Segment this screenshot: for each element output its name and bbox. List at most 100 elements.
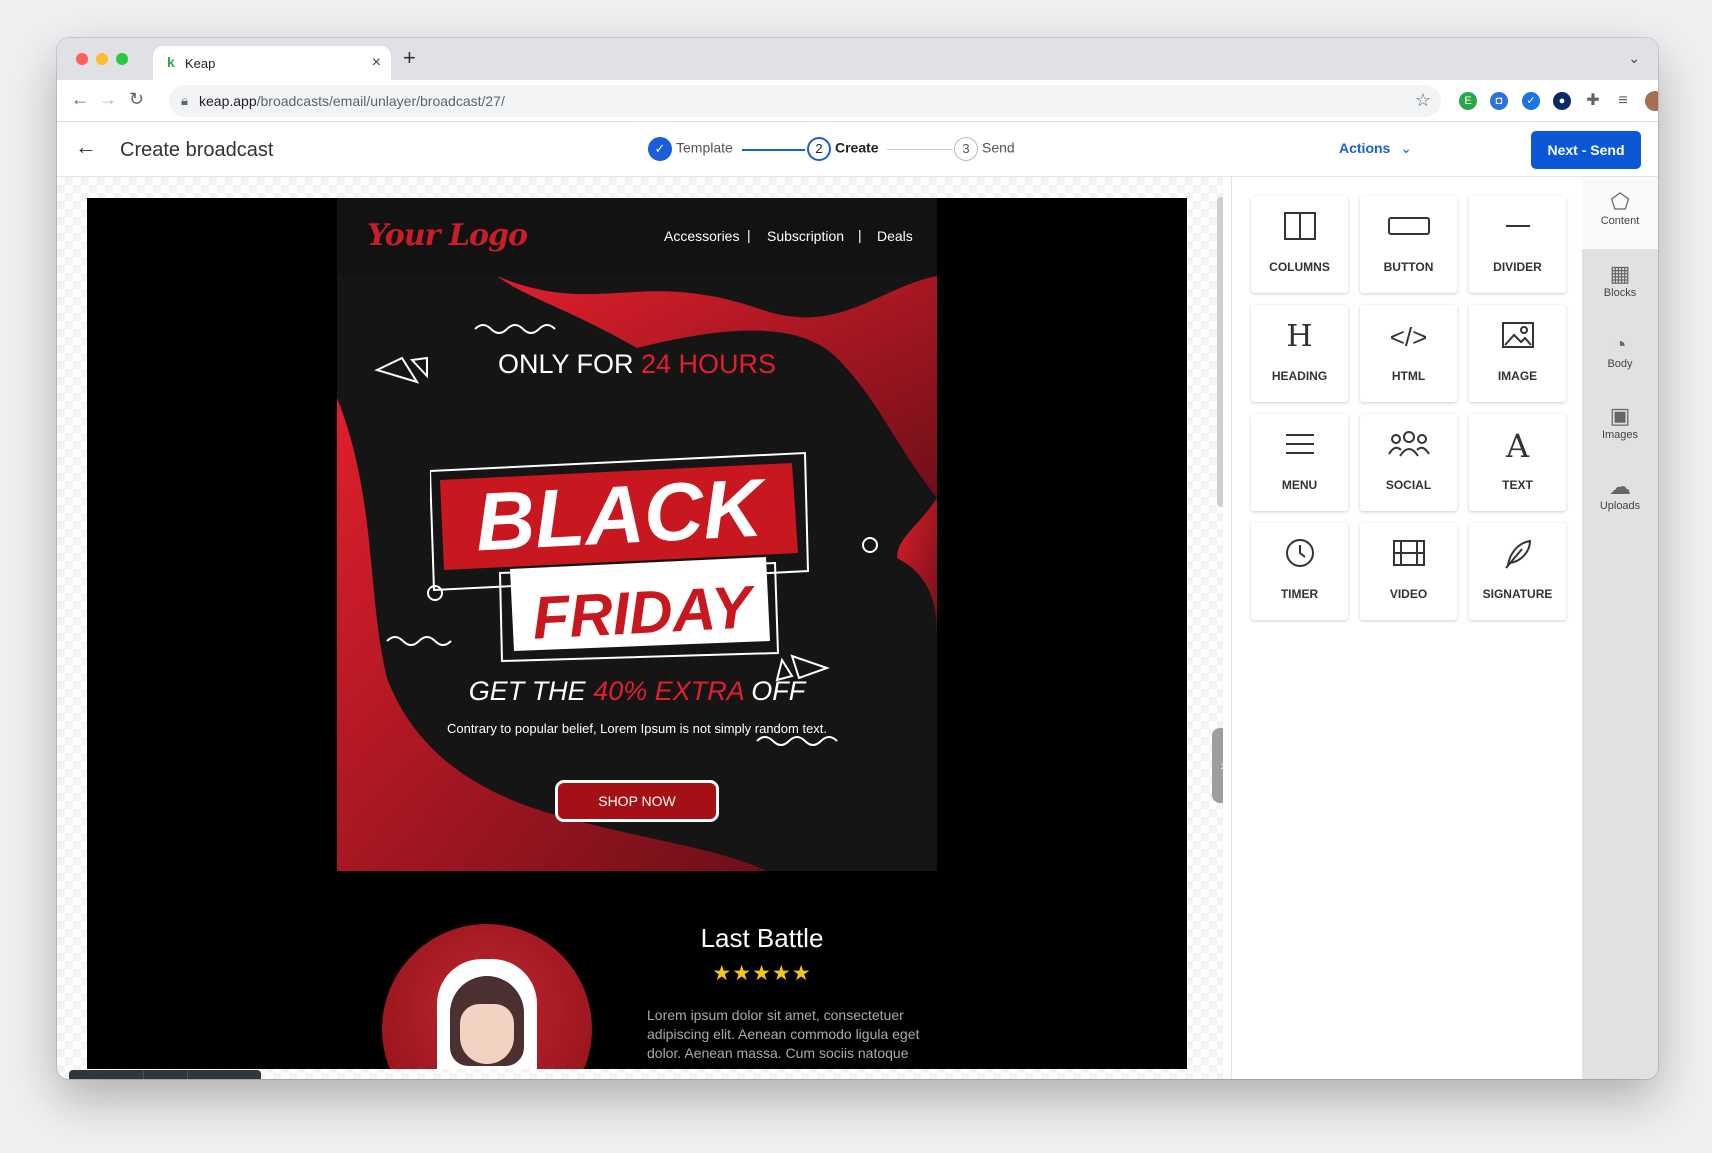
side-tab-label: Uploads [1599, 500, 1641, 512]
tool-html[interactable]: </> HTML [1360, 305, 1457, 402]
rating-stars: ★★★★★ [712, 962, 812, 985]
step-create[interactable]: 2 Create [807, 137, 879, 161]
product-description: Lorem ipsum dolor sit amet, consectetuer… [647, 1007, 920, 1061]
images-icon: ▣ [1609, 403, 1631, 428]
step-number: 3 [954, 137, 978, 161]
step-label: Send [982, 139, 1015, 156]
actions-dropdown[interactable]: Actions ⌄ [1339, 140, 1412, 157]
shop-now-button[interactable]: SHOP NOW [555, 780, 719, 822]
tab-close-icon[interactable]: × [372, 54, 381, 72]
tool-timer[interactable]: TIMER [1251, 523, 1348, 620]
toolbar-divider [143, 1070, 144, 1079]
offer-highlight: 40% EXTRA [593, 676, 744, 706]
keap-favicon-icon: k [167, 54, 175, 70]
puzzle-icon[interactable]: ✚ [1584, 92, 1602, 110]
offer-suffix: OFF [751, 676, 806, 706]
tool-label: DIVIDER [1493, 260, 1542, 274]
offer-heading: GET THE 40% EXTRA OFF [337, 676, 937, 707]
columns-icon [1251, 210, 1348, 246]
close-window-button[interactable] [76, 53, 88, 65]
step-send[interactable]: 3 Send [954, 137, 1015, 161]
back-arrow-icon[interactable]: ← [75, 134, 97, 160]
url-path: /broadcasts/email/unlayer/broadcast/27/ [256, 93, 505, 109]
tool-image[interactable]: IMAGE [1469, 305, 1566, 402]
check-icon: ✓ [648, 137, 672, 161]
step-template[interactable]: ✓ Template [648, 137, 733, 161]
app-header: ← Create broadcast ✓ Template 2 Create 3 Se… [57, 122, 1658, 177]
chevron-down-icon: ⌄ [1400, 140, 1412, 156]
url-text[interactable]: keap.app/broadcasts/email/unlayer/broadc… [199, 93, 505, 109]
reading-list-icon[interactable]: ≡ [1614, 92, 1632, 110]
menu-item-subscription[interactable]: Subscription [767, 228, 844, 244]
minimize-window-button[interactable] [96, 53, 108, 65]
canvas-scrollbar[interactable] [1217, 197, 1223, 507]
evernote-icon[interactable]: E [1459, 92, 1477, 110]
onepassword-icon[interactable]: ● [1553, 92, 1571, 110]
menu-item-accessories[interactable]: Accessories [664, 228, 739, 244]
only-for-highlight: 24 HOURS [641, 349, 777, 379]
tool-divider[interactable]: DIVIDER [1469, 196, 1566, 293]
new-tab-button[interactable]: + [403, 47, 416, 69]
collapse-panel-handle[interactable]: › [1212, 728, 1223, 803]
step-label: Create [835, 139, 879, 156]
bookmark-star-icon[interactable]: ☆ [1415, 90, 1431, 111]
tool-label: VIDEO [1389, 587, 1428, 601]
tool-button[interactable]: BUTTON [1360, 196, 1457, 293]
extension-icon[interactable]: ◘ [1490, 92, 1508, 110]
tool-columns[interactable]: COLUMNS [1251, 196, 1348, 293]
checkmark-extension-icon[interactable]: ✓ [1522, 92, 1540, 110]
side-tab-blocks[interactable]: ▦ Blocks [1582, 249, 1658, 321]
side-tab-uploads[interactable]: ☁ Uploads [1582, 462, 1658, 534]
blocks-grid-icon: ▦ [1609, 261, 1631, 286]
reload-icon[interactable]: ↻ [129, 88, 144, 110]
tagline: Contrary to popular belief, Lorem Ipsum … [446, 721, 828, 736]
menu-separator: | [747, 227, 751, 243]
tool-heading[interactable]: H HEADING [1251, 305, 1348, 402]
side-tab-content[interactable]: ⬠ Content [1582, 177, 1658, 249]
side-tab-bar: ⬠ Content ▦ Blocks ◔ Body ▣ Images ☁ Upl… [1582, 177, 1658, 1079]
next-send-button[interactable]: Next - Send [1531, 131, 1641, 169]
menu-separator: | [858, 227, 862, 243]
email-header: Your Logo Accessories | Subscription | D… [337, 198, 937, 276]
side-tab-label: Content [1600, 215, 1640, 227]
side-tab-body[interactable]: ◔ Body [1582, 320, 1658, 392]
tab-strip: k Keap × + ⌄ [57, 38, 1658, 80]
hero-section[interactable]: Your Logo Accessories | Subscription | D… [337, 198, 937, 871]
profile-avatar[interactable] [1645, 91, 1658, 111]
browser-window: k Keap × + ⌄ ← → ↻ 🔒︎ keap.app/broadcast… [57, 38, 1658, 1079]
offer-prefix: GET THE [468, 676, 586, 706]
character-face [460, 1004, 514, 1064]
tool-menu[interactable]: MENU [1251, 414, 1348, 511]
divider-icon [1469, 210, 1566, 246]
tool-text[interactable]: A TEXT [1469, 414, 1566, 511]
maximize-window-button[interactable] [116, 53, 128, 65]
logo[interactable]: Your Logo [367, 218, 528, 253]
address-bar[interactable]: 🔒︎ keap.app/broadcasts/email/unlayer/bro… [169, 85, 1441, 117]
tool-label: BUTTON [1383, 260, 1434, 274]
black-friday-banner: BLACK FRIDAY [430, 451, 810, 663]
tool-label: IMAGE [1497, 369, 1538, 383]
video-icon [1360, 537, 1457, 573]
side-tab-images[interactable]: ▣ Images [1582, 391, 1658, 463]
heading-icon: H [1286, 319, 1313, 354]
back-icon[interactable]: ← [71, 88, 89, 110]
tool-label: HTML [1391, 369, 1426, 383]
content-tools-panel: COLUMNS BUTTON DIVIDER H HEADING </> HTM… [1231, 177, 1639, 1079]
forward-icon[interactable]: → [99, 88, 117, 110]
cloud-upload-icon: ☁ [1609, 474, 1631, 499]
product-image[interactable] [382, 924, 592, 1069]
tool-social[interactable]: SOCIAL [1360, 414, 1457, 511]
timer-icon [1251, 537, 1348, 573]
tool-signature[interactable]: SIGNATURE [1469, 523, 1566, 620]
tab-search-chevron-icon[interactable]: ⌄ [1628, 50, 1640, 67]
step-connector [742, 149, 805, 151]
menu-item-deals[interactable]: Deals [877, 228, 913, 244]
banner-line-2: FRIDAY [531, 573, 758, 652]
browser-toolbar: ← → ↻ 🔒︎ keap.app/broadcasts/email/unlay… [57, 80, 1658, 122]
side-tab-label: Blocks [1603, 287, 1637, 299]
tool-video[interactable]: VIDEO [1360, 523, 1457, 620]
tool-label: SOCIAL [1385, 478, 1432, 492]
editor-canvas: Your Logo Accessories | Subscription | D… [57, 177, 1223, 1079]
browser-tab[interactable]: k Keap × [153, 46, 391, 80]
signature-icon [1469, 537, 1566, 573]
